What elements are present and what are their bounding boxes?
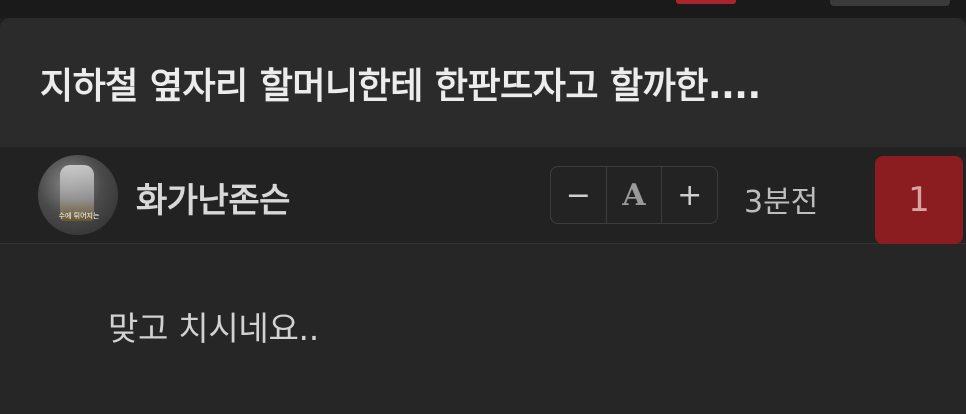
post-card: 지하철 옆자리 할머니한테 한판뜨자고 할까한.... 수에 튀어지는 화가난존… [0, 18, 966, 414]
accent-indicator [676, 0, 736, 4]
post-meta-row: 수에 튀어지는 화가난존슨 − A + 3분전 1 [0, 147, 966, 244]
post-body: 맞고 치시네요.. [0, 244, 966, 414]
post-title: 지하철 옆자리 할머니한테 한판뜨자고 할까한.... [40, 65, 761, 107]
faded-header-element [830, 0, 950, 6]
font-decrease-button[interactable]: − [551, 167, 606, 223]
post-time: 3분전 [744, 185, 819, 220]
top-status-strip [0, 0, 966, 18]
font-size-control: − A + [550, 166, 718, 224]
avatar-caption: 수에 튀어지는 [58, 212, 100, 220]
post-body-text: 맞고 치시네요.. [108, 309, 319, 348]
font-style-button[interactable]: A [605, 167, 662, 223]
post-title-bar: 지하철 옆자리 할머니한테 한판뜨자고 할까한.... [0, 18, 966, 147]
font-increase-button[interactable]: + [661, 167, 717, 223]
author-name[interactable]: 화가난존슨 [136, 173, 290, 222]
comment-count-badge[interactable]: 1 [875, 156, 963, 244]
avatar[interactable]: 수에 튀어지는 [38, 155, 118, 235]
